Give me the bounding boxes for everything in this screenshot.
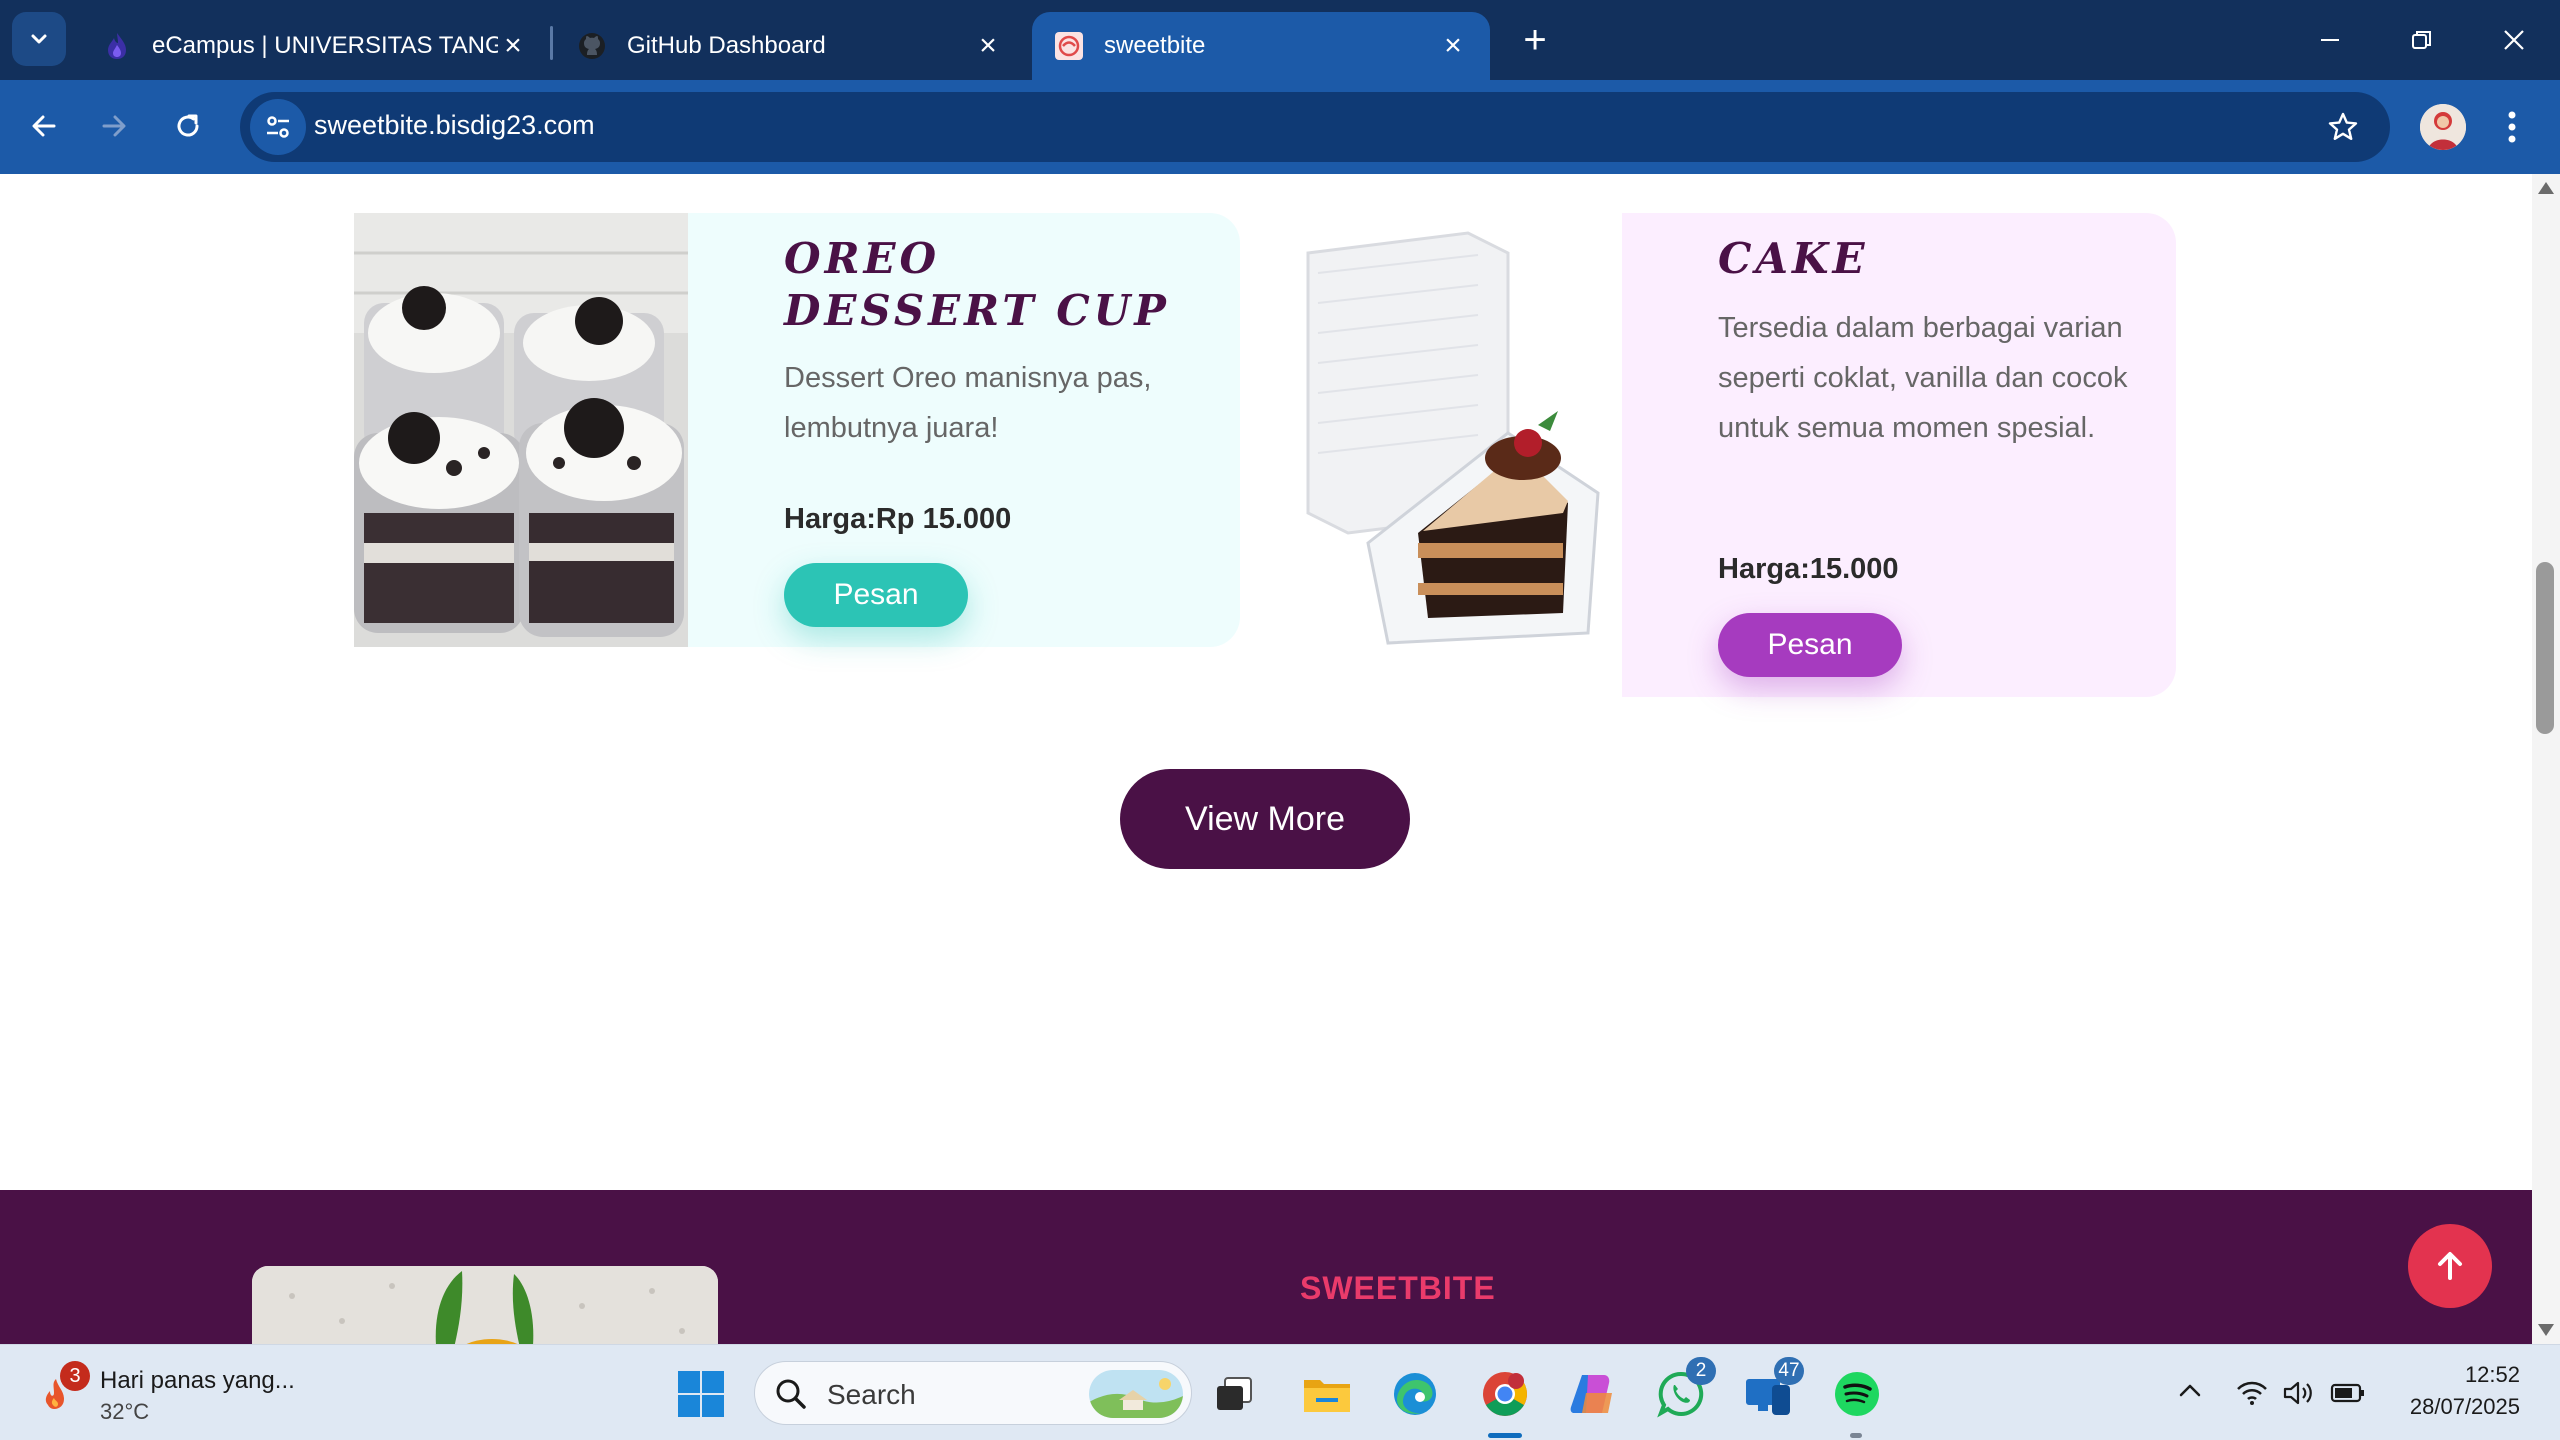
notification-badge: 47 <box>1774 1357 1804 1385</box>
clock-date: 28/07/2025 <box>2409 1394 2520 1419</box>
reload-icon <box>177 114 199 137</box>
order-button[interactable]: Pesan <box>784 563 968 627</box>
browser-tab-strip: eCampus | UNIVERSITAS TANGERANG × GitHub… <box>0 0 2560 80</box>
taskbar-edge[interactable] <box>1384 1363 1446 1425</box>
product-description: Tersedia dalam berbagai varian seperti c… <box>1718 312 2128 444</box>
order-button[interactable]: Pesan <box>1718 613 1902 677</box>
tab-title: sweetbite <box>1104 32 1206 59</box>
tab-separator <box>550 26 553 60</box>
cake-image <box>1288 213 1622 647</box>
taskbar-phone-link[interactable]: 47 <box>1738 1357 1804 1425</box>
windows-logo-icon <box>678 1371 724 1417</box>
profile-avatar[interactable] <box>2420 104 2466 150</box>
forward-button[interactable] <box>86 98 142 154</box>
restore-icon <box>2412 31 2431 49</box>
taskbar-whatsapp[interactable]: 2 <box>1650 1357 1716 1425</box>
star-icon <box>2328 112 2358 140</box>
more-vertical-icon <box>2508 111 2516 143</box>
copilot-icon <box>1570 1375 1612 1413</box>
volume-icon[interactable] <box>2280 1375 2316 1411</box>
search-placeholder: Search <box>827 1379 916 1410</box>
close-window-button[interactable] <box>2484 12 2544 68</box>
tab-title: eCampus | UNIVERSITAS TANGERANG <box>152 32 498 59</box>
system-clock[interactable]: 12:52 28/07/2025 <box>2380 1359 2520 1423</box>
edge-icon <box>1394 1373 1436 1415</box>
reload-button[interactable] <box>160 98 216 154</box>
new-tab-button[interactable]: + <box>1510 18 1560 62</box>
footer-brand: SWEETBITE <box>1300 1270 1496 1306</box>
clock-time: 12:52 <box>2464 1362 2520 1387</box>
footer-image <box>252 1266 718 1344</box>
oreo-dessert-cup-image <box>354 213 688 647</box>
product-card-oreo: OREO DESSERT CUP Dessert Oreo manisnya p… <box>688 213 1240 647</box>
taskbar-task-view[interactable] <box>1204 1363 1266 1425</box>
tab-search-button[interactable] <box>12 12 66 66</box>
flame-icon <box>102 31 132 61</box>
address-bar[interactable]: sweetbite.bisdig23.com <box>240 92 2390 162</box>
active-app-indicator <box>1488 1433 1522 1438</box>
page-viewport: OREO DESSERT CUP Dessert Oreo manisnya p… <box>0 174 2532 1344</box>
tab-sweetbite[interactable]: sweetbite × <box>1032 12 1490 80</box>
taskbar-search[interactable]: Search <box>754 1361 1192 1425</box>
close-icon <box>2504 30 2524 50</box>
task-view-icon <box>1217 1377 1252 1410</box>
battery-icon[interactable] <box>2330 1375 2366 1411</box>
product-card-cake: CAKE Tersedia dalam berbagai varian sepe… <box>1622 213 2176 697</box>
restore-button[interactable] <box>2392 12 2452 68</box>
chevron-up-icon[interactable] <box>2174 1375 2206 1407</box>
taskbar-copilot[interactable] <box>1562 1363 1624 1425</box>
sweetbite-icon <box>1054 31 1084 61</box>
product-price: Harga:Rp 15.000 <box>784 503 1012 535</box>
folder-icon <box>1304 1380 1350 1412</box>
taskbar-spotify[interactable] <box>1826 1363 1888 1425</box>
close-icon[interactable]: × <box>1438 29 1468 62</box>
wifi-icon[interactable] <box>2234 1375 2270 1411</box>
site-info-button[interactable] <box>250 99 306 155</box>
product-price: Harga:15.000 <box>1718 553 1899 585</box>
arrow-left-icon <box>32 115 56 137</box>
search-icon <box>776 1379 806 1409</box>
minimize-button[interactable] <box>2300 12 2360 68</box>
github-icon <box>577 31 607 61</box>
arrow-up-icon <box>2438 1252 2462 1280</box>
weather-alert-badge: 3 <box>60 1361 90 1391</box>
site-footer: SWEETBITE <box>0 1190 2532 1344</box>
tab-ecampus[interactable]: eCampus | UNIVERSITAS TANGERANG × <box>80 12 550 80</box>
browser-toolbar: sweetbite.bisdig23.com <box>0 80 2560 174</box>
url-text: sweetbite.bisdig23.com <box>314 110 595 140</box>
minimize-icon <box>2321 39 2339 41</box>
product-description: Dessert Oreo manisnya pas, lembutnya jua… <box>784 362 1152 444</box>
chrome-icon <box>1483 1372 1527 1416</box>
back-to-top-button[interactable] <box>2408 1224 2492 1308</box>
weather-text: Hari panas yang... <box>100 1367 295 1394</box>
weather-widget[interactable]: 3 Hari panas yang... 32°C <box>36 1359 336 1429</box>
start-button[interactable] <box>676 1369 726 1419</box>
tab-title: GitHub Dashboard <box>627 32 826 59</box>
scroll-up-arrow[interactable] <box>2538 182 2554 194</box>
tune-icon <box>267 116 289 138</box>
browser-menu-button[interactable] <box>2490 104 2534 150</box>
windows-taskbar: 3 Hari panas yang... 32°C Search 2 47 12… <box>0 1344 2560 1440</box>
view-more-button[interactable]: View More <box>1120 769 1410 869</box>
spotify-icon <box>1835 1372 1879 1416</box>
tab-github[interactable]: GitHub Dashboard × <box>555 12 1025 80</box>
scroll-down-arrow[interactable] <box>2538 1324 2554 1336</box>
search-highlight-image <box>1089 1370 1183 1418</box>
chevron-down-icon <box>31 34 47 44</box>
close-icon[interactable]: × <box>498 29 528 62</box>
bookmark-button[interactable] <box>2322 106 2364 148</box>
weather-temperature: 32°C <box>100 1399 150 1424</box>
page-scrollbar[interactable] <box>2532 174 2560 1344</box>
arrow-right-icon <box>102 115 126 137</box>
running-app-indicator <box>1850 1433 1862 1438</box>
taskbar-chrome[interactable] <box>1474 1363 1536 1425</box>
back-button[interactable] <box>16 98 72 154</box>
notification-badge: 2 <box>1686 1357 1716 1385</box>
taskbar-file-explorer[interactable] <box>1296 1363 1358 1425</box>
scrollbar-thumb[interactable] <box>2536 562 2554 734</box>
close-icon[interactable]: × <box>973 29 1003 62</box>
product-title: CAKE <box>1718 234 1869 283</box>
product-title: OREO DESSERT CUP <box>784 234 1170 335</box>
